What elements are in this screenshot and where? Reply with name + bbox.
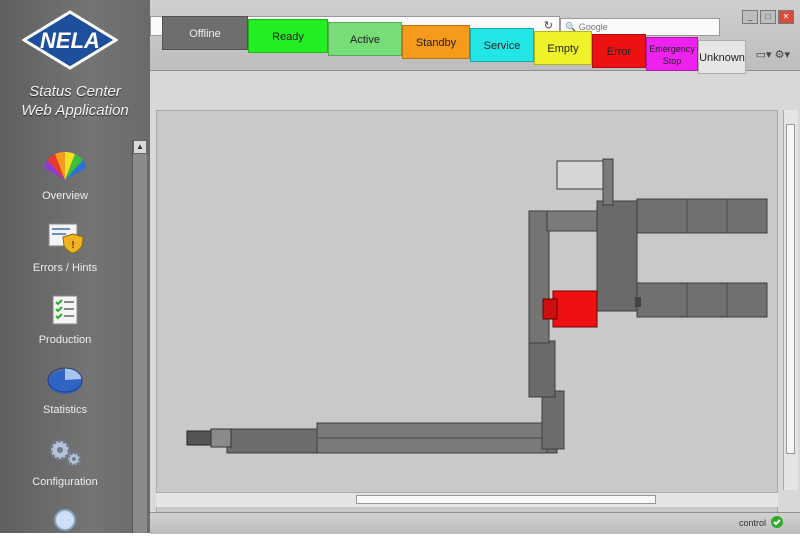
browser-window: ↻ 🔍 Google _ □ ✕ ▭▾ ⚙▾ Offline Ready Active S…	[150, 0, 800, 534]
map-vertical-scroll-thumb[interactable]	[786, 124, 795, 454]
app-title-line2: Web Application	[21, 102, 129, 119]
app-title: Status Center Web Application	[4, 82, 146, 120]
sidebar-scrollbar[interactable]: ▲	[132, 140, 147, 533]
checklist-icon	[52, 295, 78, 325]
nav-item-errors-hints[interactable]: ! Errors / Hints	[0, 222, 130, 274]
nav-item-search[interactable]	[0, 506, 130, 538]
plant-map[interactable]	[156, 110, 778, 520]
conveyor-riser-middle[interactable]	[528, 340, 556, 398]
magnifier-icon	[54, 509, 76, 531]
transfer-lane[interactable]	[602, 158, 614, 206]
app-title-line1: Status Center	[29, 83, 121, 100]
nav-item-production[interactable]: Production	[0, 294, 130, 346]
browser-status-bar: control	[150, 512, 800, 534]
status-emergency-stop: Emergency Stop	[646, 37, 698, 71]
conveyor-layout[interactable]	[157, 111, 777, 491]
status-bar-text: control	[738, 518, 766, 528]
machine-error[interactable]	[552, 290, 598, 328]
nav-item-overview[interactable]: Overview	[0, 150, 130, 202]
close-icon[interactable]: ✕	[778, 10, 794, 24]
status-offline: Offline	[162, 16, 248, 50]
nav-item-configuration[interactable]: Configuration	[0, 436, 130, 488]
svg-text:!: !	[71, 240, 74, 251]
station-left[interactable]	[210, 428, 232, 448]
shield-warning-icon: !	[48, 223, 84, 254]
conveyor-riser-lower[interactable]	[541, 390, 565, 450]
svg-text:NELA: NELA	[40, 28, 100, 53]
status-error: Error	[592, 34, 646, 68]
map-vertical-scrollbar[interactable]	[783, 110, 798, 490]
color-fan-icon	[44, 151, 86, 180]
machine-error-feeder[interactable]	[542, 298, 558, 320]
pie-chart-icon	[47, 367, 83, 394]
gears-icon	[49, 439, 82, 467]
nav-item-statistics[interactable]: Statistics	[0, 364, 130, 416]
map-horizontal-scrollbar[interactable]	[156, 492, 778, 507]
conveyor-right-lower[interactable]	[636, 282, 768, 318]
sidebar: NELA Status Center Web Application Overv…	[0, 0, 150, 533]
nav-item-label: Configuration	[32, 476, 98, 488]
conveyor-riser-upper[interactable]	[528, 210, 550, 344]
nav-item-label: Production	[38, 334, 92, 346]
robot-left[interactable]	[186, 430, 212, 446]
check-icon	[771, 516, 783, 528]
status-unknown: Unknown	[698, 40, 746, 74]
nav-item-label: Overview	[42, 190, 88, 202]
status-service: Service	[470, 28, 534, 62]
conveyor-right-upper[interactable]	[636, 198, 768, 234]
machine-cell[interactable]	[596, 200, 638, 312]
scroll-up-icon[interactable]: ▲	[133, 140, 147, 154]
status-ready: Ready	[248, 19, 328, 53]
nav-item-label: Statistics	[42, 404, 87, 416]
status-active: Active	[328, 22, 402, 56]
maximize-icon[interactable]: □	[760, 10, 776, 24]
map-horizontal-scroll-thumb[interactable]	[356, 495, 656, 504]
buffer-area[interactable]	[556, 160, 604, 190]
gear-icon[interactable]: ⚙▾	[775, 49, 790, 61]
status-empty: Empty	[534, 31, 592, 65]
nela-logo: NELA	[22, 10, 118, 70]
status-legend: Offline Ready Active Standby Service Empty Err…	[162, 16, 762, 74]
nav-item-label: Errors / Hints	[32, 262, 98, 274]
status-standby: Standby	[402, 25, 470, 59]
